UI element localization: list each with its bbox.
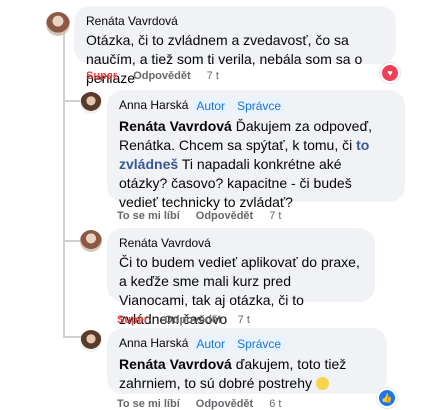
thread-line [63, 240, 81, 242]
thread-line [63, 26, 65, 338]
super-reaction-link[interactable]: Super [86, 70, 117, 82]
author-badge: Autor [192, 335, 230, 352]
like-link[interactable]: To se mi líbí [117, 398, 180, 410]
like-link[interactable]: To se mi líbí [117, 210, 180, 222]
avatar[interactable] [46, 12, 70, 36]
comment-text: Renáta Vavrdová Ďakujem za odpoveď, Rená… [119, 118, 372, 210]
author-badge: Autor [192, 97, 230, 114]
timestamp[interactable]: 7 t [269, 210, 281, 222]
avatar[interactable] [80, 92, 102, 114]
comment-actions: Super Odpovědět 7 t [117, 314, 250, 326]
comment-author[interactable]: Renáta Vavrdová [119, 234, 363, 253]
comment-bubble: Anna Harská Autor Správce Renáta Vavrdov… [107, 328, 387, 394]
thread-line [63, 336, 81, 338]
mention[interactable]: Renáta Vavrdová [119, 356, 232, 372]
avatar[interactable] [80, 330, 102, 352]
smile-emoji-icon [315, 377, 329, 390]
admin-badge: Správce [233, 335, 286, 352]
comment-author[interactable]: Renáta Vavrdová [86, 12, 384, 31]
avatar[interactable] [80, 230, 102, 252]
timestamp[interactable]: 7 t [207, 70, 219, 82]
mention[interactable]: Renáta Vavrdová [119, 118, 232, 134]
comment-actions: Super Odpovědět 7 t [86, 70, 219, 82]
comment-text: Renáta Vavrdová ďakujem, toto tiež zahrn… [119, 356, 347, 391]
comment-bubble: Anna Harská Autor Správce Renáta Vavrdov… [107, 90, 405, 210]
comment-author[interactable]: Anna Harská [119, 96, 188, 115]
reply-link[interactable]: Odpovědět [133, 70, 190, 82]
timestamp[interactable]: 6 t [269, 398, 281, 410]
comment-author[interactable]: Anna Harská [119, 334, 188, 353]
comment-actions: To se mi líbí Odpovědět 6 t [117, 398, 281, 410]
heart-icon[interactable]: ♥ [380, 63, 400, 83]
thread-line [63, 100, 81, 102]
admin-badge: Správce [233, 97, 286, 114]
comment-bubble: Renáta Vavrdová Či to budem vedieť aplik… [107, 228, 375, 327]
comment-bubble: Renáta Vavrdová Otázka, či to zvládnem a… [74, 6, 396, 86]
like-icon[interactable]: 👍 [377, 388, 397, 408]
super-reaction-link[interactable]: Super [117, 314, 148, 326]
reply-link[interactable]: Odpovědět [196, 398, 253, 410]
timestamp[interactable]: 7 t [238, 314, 250, 326]
reply-link[interactable]: Odpovědět [164, 314, 221, 326]
comment-actions: To se mi líbí Odpovědět 7 t [117, 210, 281, 222]
reply-link[interactable]: Odpovědět [196, 210, 253, 222]
